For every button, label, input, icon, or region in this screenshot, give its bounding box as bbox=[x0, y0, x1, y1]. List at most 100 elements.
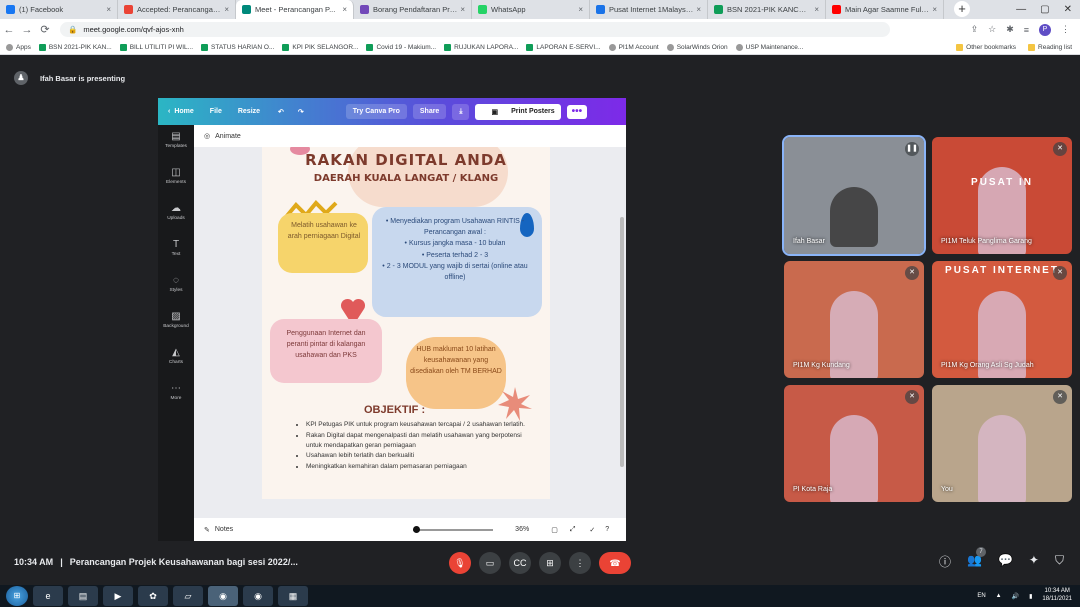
taskbar-window-icon[interactable]: ▱ bbox=[173, 586, 203, 606]
clock[interactable]: 10:34 AM 18/11/2021 bbox=[1042, 588, 1072, 604]
maximize-icon[interactable]: ▢ bbox=[1040, 4, 1049, 15]
bookmark-item[interactable]: STATUS HARIAN O... bbox=[201, 43, 274, 51]
participant-tile[interactable]: PI1M Kg Kundang ✕ bbox=[784, 261, 924, 378]
bookmark-item[interactable]: Covid 19 - Makium... bbox=[366, 43, 436, 51]
canvas-scrollbar[interactable] bbox=[620, 217, 624, 467]
participant-tile[interactable]: You ✕ bbox=[932, 385, 1072, 502]
canva-sidebar-elements[interactable]: ◫ Elements bbox=[158, 161, 194, 197]
file-menu[interactable]: File bbox=[210, 108, 222, 115]
bookmark-item[interactable]: RUJUKAN LAPORA... bbox=[444, 43, 518, 51]
activities-icon[interactable]: ✦ bbox=[1029, 553, 1039, 570]
bookmark-item[interactable]: BILL UTILITI PI WIL... bbox=[119, 43, 193, 51]
close-window-icon[interactable]: ✕ bbox=[1064, 4, 1072, 15]
browser-tab[interactable]: (1) Facebook × bbox=[0, 0, 118, 19]
new-tab-button[interactable]: + bbox=[954, 1, 970, 17]
tab-close-icon[interactable]: × bbox=[578, 5, 583, 14]
browser-tab[interactable]: Meet - Perancangan P... × bbox=[236, 0, 354, 19]
print-posters-button[interactable]: ▣ Print Posters bbox=[475, 103, 561, 120]
bookmark-item[interactable]: BSN 2021-PIK KAN... bbox=[38, 43, 112, 51]
taskbar-network-icon[interactable]: ▦ bbox=[278, 586, 308, 606]
volume-icon[interactable]: 🔊 bbox=[1012, 593, 1019, 600]
notes-icon[interactable]: ✎ bbox=[204, 526, 210, 534]
participant-tile[interactable]: PI Kota Raja ✕ bbox=[784, 385, 924, 502]
canva-sidebar-text[interactable]: T Text bbox=[158, 233, 194, 269]
fullscreen-icon[interactable]: ⤢ bbox=[570, 526, 576, 534]
help-icon[interactable]: ? bbox=[605, 526, 609, 533]
taskbar-media-icon[interactable]: ▶ bbox=[103, 586, 133, 606]
share-icon[interactable]: ⇪ bbox=[971, 24, 979, 35]
reload-icon[interactable]: ⟳ bbox=[36, 23, 54, 36]
tab-close-icon[interactable]: × bbox=[224, 5, 229, 14]
profile-avatar[interactable]: P bbox=[1039, 23, 1051, 36]
notes-button[interactable]: Notes bbox=[215, 526, 233, 533]
start-button[interactable]: ⊞ bbox=[6, 586, 28, 606]
tab-close-icon[interactable]: × bbox=[106, 5, 111, 14]
canva-sidebar-templates[interactable]: ▤ Templates bbox=[158, 125, 194, 161]
redo-icon[interactable]: ↷ bbox=[298, 108, 304, 116]
mic-off-button[interactable]: 🎙 bbox=[449, 552, 471, 574]
bookmark-folder[interactable]: Other bookmarks bbox=[956, 43, 1016, 51]
zoom-slider[interactable] bbox=[413, 525, 494, 533]
more-options-button[interactable]: ⋮ bbox=[569, 552, 591, 574]
bookmark-item[interactable]: LAPORAN E-SERVI... bbox=[526, 43, 601, 51]
browser-tab[interactable]: Accepted: Perancangan Pr...× bbox=[118, 0, 236, 19]
host-controls-icon[interactable]: ⛉ bbox=[1055, 553, 1064, 570]
forward-icon[interactable]: → bbox=[18, 24, 36, 36]
bookmark-item[interactable]: USP Maintenance... bbox=[735, 43, 803, 51]
tab-close-icon[interactable]: × bbox=[342, 5, 347, 14]
participant-tile[interactable]: PUSAT IN PI1M Teluk Panglima Garang ✕ bbox=[932, 137, 1072, 254]
taskbar-explorer-icon[interactable]: ▤ bbox=[68, 586, 98, 606]
browser-tab[interactable]: WhatsApp × bbox=[472, 0, 590, 19]
check-icon[interactable]: ✓ bbox=[589, 526, 595, 534]
chevron-left-icon[interactable]: ‹ bbox=[168, 108, 170, 115]
bookmark-item[interactable]: PI1M Account bbox=[608, 43, 659, 51]
tray-arrow-icon[interactable]: ▲ bbox=[996, 593, 1002, 599]
animate-button[interactable]: Animate bbox=[215, 133, 241, 140]
camera-button[interactable]: ▭ bbox=[479, 552, 501, 574]
zoom-level[interactable]: 36% bbox=[515, 526, 529, 533]
taskbar-ie-icon[interactable]: e bbox=[33, 586, 63, 606]
tab-close-icon[interactable]: × bbox=[932, 5, 937, 14]
minimize-icon[interactable]: — bbox=[1016, 4, 1026, 15]
bookmark-item[interactable]: KPI PIK SELANGOR... bbox=[282, 43, 358, 51]
canva-sidebar-background[interactable]: ▨ Background bbox=[158, 305, 194, 341]
back-icon[interactable]: ← bbox=[0, 24, 18, 36]
star-icon[interactable]: ☆ bbox=[988, 24, 996, 35]
browser-tab[interactable]: Pusat Internet 1Malaysia - ...× bbox=[590, 0, 708, 19]
present-button[interactable]: ⊞ bbox=[539, 552, 561, 574]
canva-sidebar-styles[interactable]: ◌ Styles bbox=[158, 269, 194, 305]
bookmark-item[interactable]: Apps bbox=[6, 43, 31, 51]
language-indicator[interactable]: EN bbox=[977, 593, 985, 599]
tab-close-icon[interactable]: × bbox=[696, 5, 701, 14]
resize-button[interactable]: Resize bbox=[238, 108, 260, 115]
tab-close-icon[interactable]: × bbox=[460, 5, 465, 14]
participant-tile[interactable]: PUSAT INTERNET PI1M Kg Orang Asli Sg Juda… bbox=[932, 261, 1072, 378]
network-icon[interactable]: ▮ bbox=[1029, 593, 1032, 600]
menu-icon[interactable]: ≡ bbox=[1024, 25, 1029, 35]
bookmark-item[interactable]: SolarWinds Orion bbox=[666, 43, 728, 51]
try-canva-pro-button[interactable]: Try Canva Pro bbox=[345, 104, 407, 119]
taskbar-chrome-icon[interactable]: ◉ bbox=[208, 586, 238, 606]
taskbar-app-icon[interactable]: ✿ bbox=[138, 586, 168, 606]
more-options-icon[interactable]: ••• bbox=[566, 104, 588, 119]
url-field[interactable]: 🔒 meet.google.com/qvf-ajos-xnh bbox=[60, 22, 890, 37]
canva-sidebar-more[interactable]: ⋯ More bbox=[158, 377, 194, 413]
download-icon[interactable]: ⤓ bbox=[452, 103, 470, 120]
info-icon[interactable]: ⓘ bbox=[939, 553, 951, 570]
captions-button[interactable]: CC bbox=[509, 552, 531, 574]
browser-tab[interactable]: Borang Pendaftaran Progra...× bbox=[354, 0, 472, 19]
participant-tile[interactable]: Ifah Basar ❚❚ bbox=[782, 135, 926, 256]
tab-close-icon[interactable]: × bbox=[814, 5, 819, 14]
undo-icon[interactable]: ↶ bbox=[278, 108, 284, 116]
taskbar-chrome2-icon[interactable]: ◉ bbox=[243, 586, 273, 606]
home-button[interactable]: Home bbox=[174, 108, 193, 115]
bookmark-folder[interactable]: Reading list bbox=[1028, 43, 1072, 51]
canva-sidebar-uploads[interactable]: ☁ Uploads bbox=[158, 197, 194, 233]
zoom-slider-handle[interactable] bbox=[413, 525, 421, 533]
kebab-menu-icon[interactable]: ⋮ bbox=[1061, 24, 1070, 35]
animate-icon[interactable]: ◎ bbox=[204, 132, 210, 140]
browser-tab[interactable]: Main Agar Saamne Full Vid...× bbox=[826, 0, 944, 19]
leave-call-button[interactable]: ☎ bbox=[599, 552, 631, 574]
extensions-icon[interactable]: ✱ bbox=[1006, 24, 1014, 35]
browser-tab[interactable]: BSN 2021-PIK KANCHONG...× bbox=[708, 0, 826, 19]
